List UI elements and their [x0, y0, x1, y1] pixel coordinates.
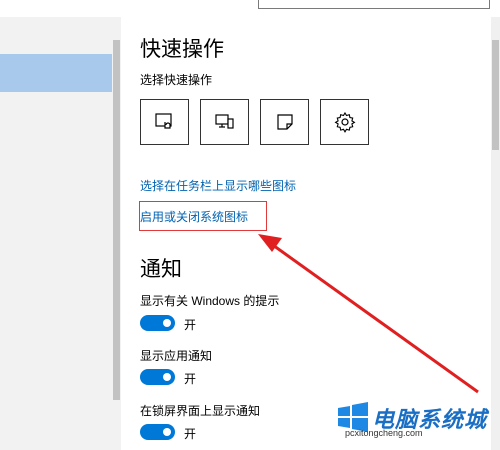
- watermark-url: pcxitongcheng.com: [345, 428, 423, 438]
- annotation-arrow: [258, 234, 479, 394]
